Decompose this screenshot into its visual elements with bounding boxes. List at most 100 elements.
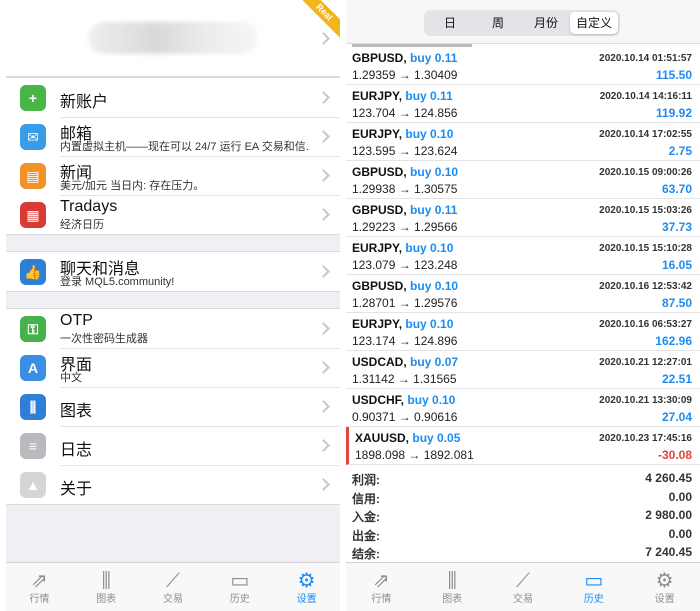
- book-icon: ▤: [20, 163, 46, 189]
- deal-time: 2020.10.15 09:00:26: [599, 167, 692, 178]
- chevron-right-icon: [317, 439, 330, 452]
- settings-item-interface[interactable]: A 界面 中文: [6, 348, 340, 387]
- gear-icon: ⚙: [655, 570, 674, 592]
- deal-time: 2020.10.23 17:45:16: [599, 433, 692, 444]
- deal-time: 2020.10.14 17:02:55: [599, 129, 692, 140]
- deal-row[interactable]: GBPUSD, buy 0.11 2020.10.14 01:51:57 1.293…: [346, 47, 700, 85]
- tab-label: 图表: [442, 594, 463, 605]
- gear-icon: ⚙: [297, 570, 316, 592]
- deal-symbol: EURJPY,: [352, 127, 403, 141]
- trade-icon: ⟋: [165, 570, 180, 592]
- tab-gear[interactable]: ⚙ 设置: [629, 563, 700, 611]
- summary-value: 0.00: [668, 489, 692, 504]
- period-option[interactable]: 自定义: [570, 12, 618, 34]
- tab-quotes[interactable]: ⇗ 行情: [346, 563, 417, 611]
- summary-label: 结余:: [352, 547, 380, 561]
- deal-row[interactable]: GBPUSD, buy 0.10 2020.10.15 09:00:26 1.299…: [346, 161, 700, 199]
- settings-item-tradays[interactable]: ▦ Tradays 经济日历: [6, 195, 340, 234]
- deal-side: buy 0.10: [405, 127, 454, 141]
- deal-prices: 123.704 → 124.856: [352, 106, 458, 120]
- deal-prices: 0.90371 → 0.90616: [352, 410, 458, 424]
- account-card[interactable]: Real: [6, 0, 340, 77]
- settings-item-news[interactable]: ▤ 新闻 美元/加元 当日内: 存在压力。: [6, 156, 340, 195]
- settings-item-chat[interactable]: 👍 聊天和消息 登录 MQL5.community!: [6, 252, 340, 291]
- period-segmented-control: 日周月份 自定义: [424, 10, 620, 36]
- deal-row[interactable]: USDCAD, buy 0.07 2020.10.21 12:27:01 1.311…: [346, 351, 700, 389]
- tab-history[interactable]: ▭ 历史: [206, 563, 273, 611]
- deal-side: buy 0.10: [405, 241, 454, 255]
- tab-trade[interactable]: ⟋ 交易: [488, 563, 559, 611]
- settings-item-charts[interactable]: ⫼ 图表: [6, 387, 340, 426]
- mt-logo-icon: ▲: [20, 472, 46, 498]
- settings-item-subtitle: 内置虚拟主机——现在可以 24/7 运行 EA 交易和信...: [60, 141, 310, 153]
- history-icon: ▭: [230, 570, 250, 592]
- settings-item-new-account[interactable]: + 新账户: [6, 78, 340, 117]
- deal-row[interactable]: EURJPY, buy 0.10 2020.10.16 06:53:27 123.1…: [346, 313, 700, 351]
- deal-side: buy 0.11: [410, 51, 458, 65]
- deal-row[interactable]: USDCHF, buy 0.10 2020.10.21 13:30:09 0.903…: [346, 389, 700, 427]
- tab-bar: ⇗ 行情 ⫼ 图表 ⟋ 交易 ▭ 历史 ⚙ 设置: [6, 562, 340, 611]
- period-option[interactable]: 月份: [522, 12, 570, 34]
- settings-item-journal[interactable]: ≡ 日志: [6, 426, 340, 465]
- deal-prices: 1.29938 → 1.30575: [352, 182, 458, 196]
- summary-label: 利润:: [352, 473, 380, 487]
- deal-symbol: GBPUSD,: [352, 203, 407, 217]
- deal-time: 2020.10.16 06:53:27: [599, 319, 692, 330]
- deal-row[interactable]: EURJPY, buy 0.10 2020.10.15 15:10:28 123.0…: [346, 237, 700, 275]
- period-option[interactable]: 周: [474, 12, 522, 34]
- deal-profit: 22.51: [661, 372, 692, 386]
- deal-row[interactable]: EURJPY, buy 0.10 2020.10.14 17:02:55 123.5…: [346, 123, 700, 161]
- settings-group: 👍 聊天和消息 登录 MQL5.community!: [6, 251, 340, 292]
- thumbs-up-icon: 👍: [20, 259, 46, 285]
- summary-value: 0.00: [668, 526, 692, 541]
- settings-item-otp[interactable]: ⚿ OTP 一次性密码生成器: [6, 309, 340, 348]
- settings-item-subtitle: 经济日历: [60, 219, 104, 231]
- deal-symbol: EURJPY,: [352, 241, 403, 255]
- deal-row[interactable]: EURJPY, buy 0.11 2020.10.14 14:16:11 123.7…: [346, 85, 700, 123]
- mail-icon: ✉: [20, 124, 46, 150]
- deal-prices: 1.28701 → 1.29576: [352, 296, 458, 310]
- deal-symbol-line: GBPUSD, buy 0.11: [352, 203, 457, 217]
- tab-gear[interactable]: ⚙ 设置: [273, 563, 340, 611]
- deal-symbol-line: USDCAD, buy 0.07: [352, 355, 458, 369]
- chart-icon: ⫼: [101, 570, 111, 592]
- history-screen: 日周月份 自定义 GBPUSD, buy 0.11 2020.10.14 01:51…: [346, 0, 700, 611]
- settings-item-title: 日志: [60, 442, 93, 459]
- chevron-right-icon: [317, 169, 330, 182]
- deal-symbol: GBPUSD,: [352, 165, 407, 179]
- deal-side: buy 0.11: [405, 89, 453, 103]
- settings-item-about[interactable]: ▲ 关于: [6, 465, 340, 504]
- settings-item-mailbox[interactable]: ✉ 邮箱 内置虚拟主机——现在可以 24/7 运行 EA 交易和信...: [6, 117, 340, 156]
- deal-time: 2020.10.14 01:51:57: [599, 53, 692, 64]
- tab-trade[interactable]: ⟋ 交易: [140, 563, 207, 611]
- tab-history[interactable]: ▭ 历史: [558, 563, 629, 611]
- tab-quotes[interactable]: ⇗ 行情: [6, 563, 73, 611]
- deal-profit: 16.05: [661, 258, 692, 272]
- deal-symbol-line: GBPUSD, buy 0.11: [352, 51, 457, 65]
- account-name-blurred: [88, 22, 258, 54]
- settings-screen: Real + 新账户 ✉ 邮箱 内置虚拟主机——现在可以 24/7 运行 EA 交易和信…: [6, 0, 340, 611]
- chevron-right-icon: [317, 91, 330, 104]
- settings-item-subtitle: 中文: [60, 372, 82, 384]
- deal-row[interactable]: XAUUSD, buy 0.05 2020.10.23 17:45:16 1898.…: [346, 427, 700, 465]
- calendar-icon: ▦: [20, 202, 46, 228]
- deal-profit: 27.04: [661, 410, 692, 424]
- settings-group: ⚿ OTP 一次性密码生成器 A 界面 中文 ⫼ 图表 ≡ 日志 ▲ 关于: [6, 308, 340, 505]
- deal-row[interactable]: GBPUSD, buy 0.11 2020.10.15 15:03:26 1.292…: [346, 199, 700, 237]
- tab-chart[interactable]: ⫼ 图表: [417, 563, 488, 611]
- period-option[interactable]: 日: [426, 12, 474, 34]
- deal-row[interactable]: GBPUSD, buy 0.10 2020.10.16 12:53:42 1.287…: [346, 275, 700, 313]
- deal-prices: 1.31142 → 1.31565: [352, 372, 457, 386]
- settings-item-subtitle: 一次性密码生成器: [60, 333, 148, 345]
- tab-label: 行情: [371, 594, 392, 605]
- chevron-right-icon: [317, 265, 330, 278]
- deal-side: buy 0.07: [410, 355, 459, 369]
- tab-chart[interactable]: ⫼ 图表: [73, 563, 140, 611]
- tab-label: 历史: [229, 594, 250, 605]
- summary-value: 4 260.45: [645, 471, 692, 485]
- summary-row: 出金: 0.00: [346, 525, 700, 544]
- deal-prices: 1.29223 → 1.29566: [352, 220, 458, 234]
- chevron-right-icon: [317, 32, 330, 45]
- history-summary: 利润: 4 260.45 信用: 0.00 入金: 2 980.00 出金: 0.00 结余: 7…: [346, 469, 700, 562]
- list-icon: ≡: [20, 433, 46, 459]
